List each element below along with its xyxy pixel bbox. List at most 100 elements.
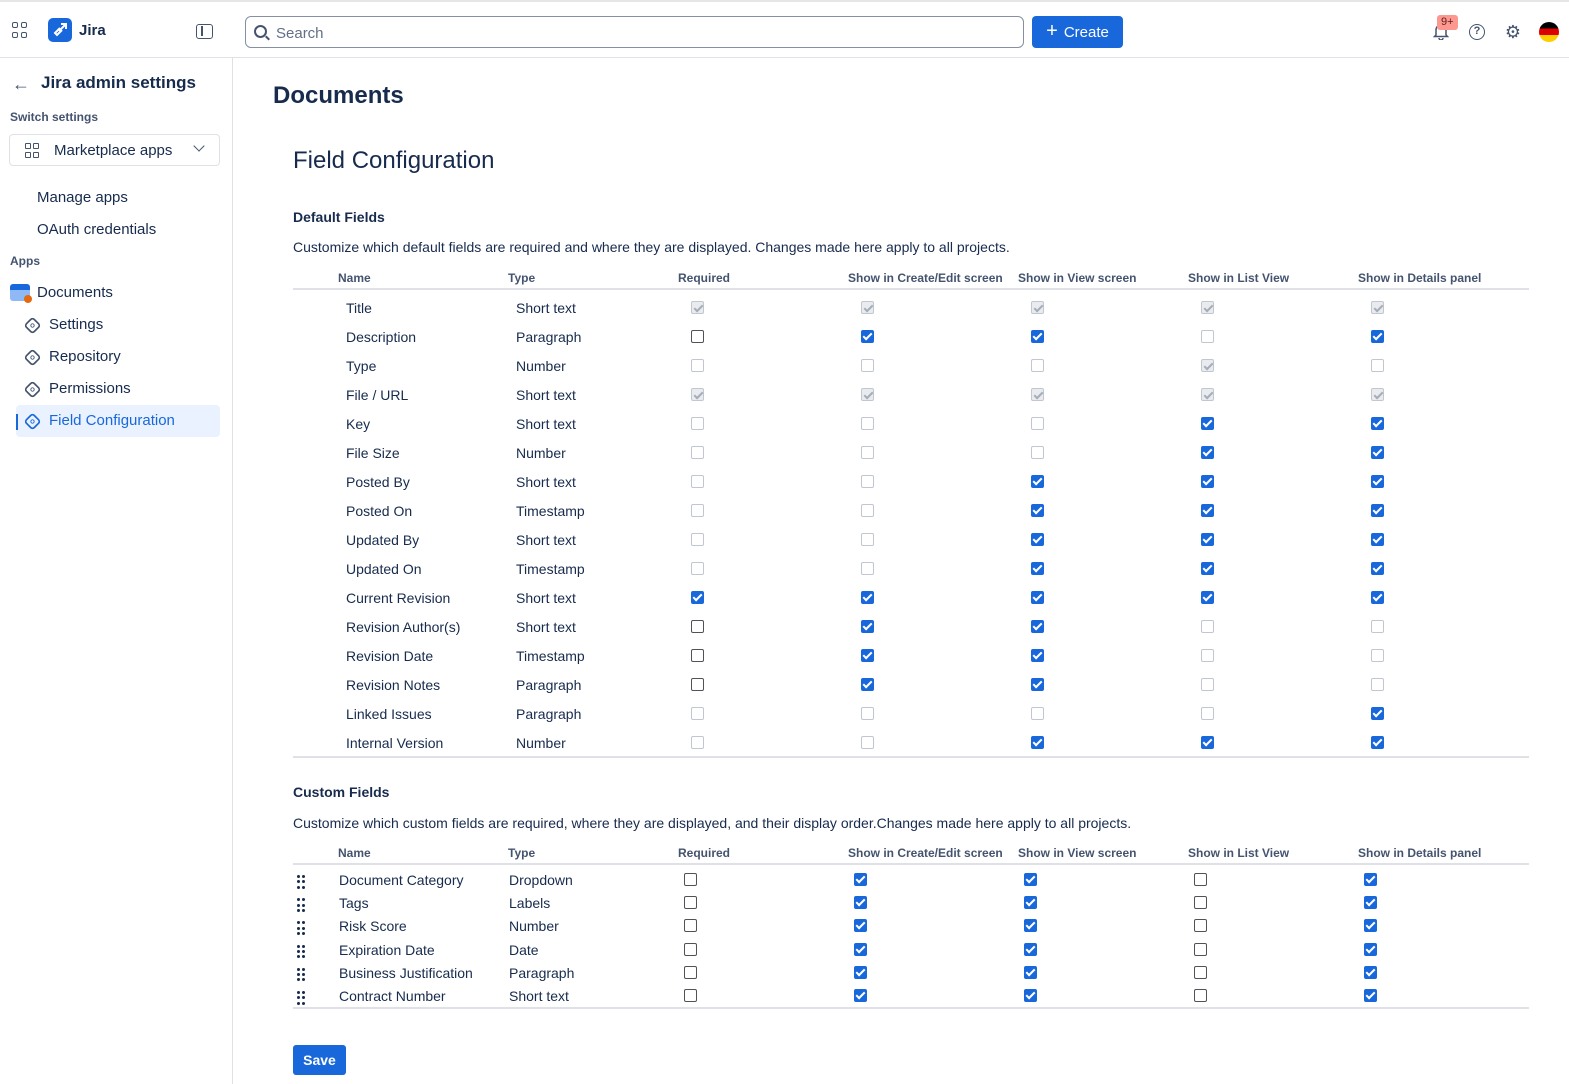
checkbox-show-in-create-edit-screen[interactable]: [861, 649, 874, 662]
checkbox-show-in-view-screen[interactable]: [1031, 562, 1044, 575]
checkbox-show-in-view-screen[interactable]: [1024, 942, 1037, 956]
checkbox-show-in-details-panel[interactable]: [1371, 475, 1384, 488]
checkbox-show-in-list-view[interactable]: [1201, 417, 1214, 430]
checkbox-show-in-details-panel[interactable]: [1371, 707, 1384, 720]
checkbox-show-in-list-view[interactable]: [1194, 873, 1207, 886]
checkbox-show-in-create-edit-screen[interactable]: [861, 591, 874, 604]
checkbox-show-in-details-panel[interactable]: [1371, 562, 1384, 575]
checkbox-required[interactable]: [691, 591, 704, 604]
column-header-show-in-list-view: Show in List View: [1188, 271, 1290, 285]
gear-icon[interactable]: ⚙: [1504, 23, 1522, 41]
checkbox-required[interactable]: [691, 678, 704, 691]
checkbox-show-in-create-edit-screen: [861, 446, 874, 459]
checkbox-show-in-create-edit-screen: [861, 562, 874, 575]
checkbox-show-in-details-panel[interactable]: [1364, 965, 1377, 979]
checkbox-required[interactable]: [684, 919, 697, 933]
column-header-name: Name: [338, 846, 371, 860]
checkbox-show-in-create-edit-screen[interactable]: [854, 873, 867, 886]
checkbox-show-in-details-panel[interactable]: [1371, 736, 1384, 749]
checkbox-show-in-details-panel[interactable]: [1371, 330, 1384, 343]
checkbox-show-in-create-edit-screen: [861, 388, 874, 401]
checkbox-show-in-view-screen[interactable]: [1031, 591, 1044, 604]
save-button[interactable]: Save: [293, 1045, 346, 1075]
checkbox-required: [691, 359, 704, 372]
checkbox-required[interactable]: [691, 620, 704, 633]
checkbox-required[interactable]: [691, 649, 704, 662]
checkbox-show-in-create-edit-screen[interactable]: [854, 989, 867, 1002]
checkbox-show-in-details-panel[interactable]: [1364, 873, 1377, 886]
checkbox-show-in-details-panel[interactable]: [1371, 504, 1384, 517]
checkbox-show-in-list-view[interactable]: [1201, 504, 1214, 517]
drag-handle-icon[interactable]: [297, 898, 305, 912]
checkbox-show-in-view-screen[interactable]: [1031, 475, 1044, 488]
checkbox-show-in-list-view[interactable]: [1194, 965, 1207, 979]
checkbox-required[interactable]: [691, 330, 704, 343]
back-arrow-icon[interactable]: ←: [12, 74, 30, 95]
sidebar-item-settings[interactable]: Settings: [16, 309, 220, 341]
checkbox-required[interactable]: [684, 873, 697, 886]
checkbox-show-in-details-panel[interactable]: [1364, 989, 1377, 1002]
checkbox-show-in-create-edit-screen[interactable]: [854, 965, 867, 979]
product-name[interactable]: Jira: [79, 22, 106, 39]
checkbox-show-in-view-screen[interactable]: [1024, 919, 1037, 933]
checkbox-show-in-create-edit-screen[interactable]: [854, 919, 867, 933]
search-input[interactable]: Search: [245, 16, 1024, 48]
sidebar-item-manage-apps[interactable]: Manage apps: [37, 189, 128, 206]
checkbox-show-in-view-screen[interactable]: [1031, 678, 1044, 691]
checkbox-required[interactable]: [684, 896, 697, 910]
checkbox-show-in-details-panel[interactable]: [1371, 417, 1384, 430]
app-switcher-icon[interactable]: [12, 22, 28, 38]
checkbox-show-in-view-screen[interactable]: [1031, 533, 1044, 546]
checkbox-show-in-details-panel[interactable]: [1364, 942, 1377, 956]
checkbox-show-in-list-view[interactable]: [1201, 591, 1214, 604]
checkbox-required[interactable]: [684, 965, 697, 979]
checkbox-show-in-view-screen[interactable]: [1031, 620, 1044, 633]
checkbox-show-in-create-edit-screen[interactable]: [861, 620, 874, 633]
settings-switcher-dropdown[interactable]: Marketplace apps: [9, 134, 220, 166]
checkbox-required[interactable]: [684, 989, 697, 1002]
drag-handle-icon[interactable]: [297, 875, 305, 889]
checkbox-show-in-details-panel[interactable]: [1364, 896, 1377, 910]
checkbox-show-in-view-screen[interactable]: [1031, 736, 1044, 749]
drag-handle-icon[interactable]: [297, 967, 305, 982]
sidebar-item-repository[interactable]: Repository: [16, 341, 220, 373]
checkbox-show-in-list-view[interactable]: [1194, 919, 1207, 933]
avatar[interactable]: [1539, 22, 1559, 42]
checkbox-show-in-list-view[interactable]: [1194, 896, 1207, 910]
checkbox-show-in-list-view[interactable]: [1194, 989, 1207, 1002]
sidebar-collapse-icon[interactable]: [196, 24, 213, 39]
checkbox-show-in-list-view[interactable]: [1194, 942, 1207, 956]
checkbox-show-in-create-edit-screen[interactable]: [854, 942, 867, 956]
checkbox-show-in-list-view[interactable]: [1201, 736, 1214, 749]
checkbox-show-in-details-panel[interactable]: [1364, 919, 1377, 933]
drag-handle-icon[interactable]: [297, 944, 305, 959]
sidebar-item-permissions[interactable]: Permissions: [16, 373, 220, 405]
checkbox-required[interactable]: [684, 942, 697, 956]
checkbox-show-in-view-screen[interactable]: [1024, 965, 1037, 979]
help-icon[interactable]: ?: [1469, 24, 1485, 40]
checkbox-show-in-view-screen[interactable]: [1024, 896, 1037, 910]
checkbox-show-in-details-panel[interactable]: [1371, 533, 1384, 546]
checkbox-show-in-view-screen[interactable]: [1031, 330, 1044, 343]
sidebar-item-oauth-credentials[interactable]: OAuth credentials: [37, 221, 156, 238]
drag-handle-icon[interactable]: [297, 921, 305, 936]
jira-logo-icon[interactable]: [48, 18, 72, 42]
create-button[interactable]: + Create: [1032, 16, 1123, 48]
checkbox-show-in-view-screen[interactable]: [1031, 649, 1044, 662]
checkbox-show-in-create-edit-screen[interactable]: [854, 896, 867, 910]
checkbox-show-in-create-edit-screen[interactable]: [861, 330, 874, 343]
checkbox-required: [691, 562, 704, 575]
sidebar-item-field-configuration[interactable]: Field Configuration: [16, 405, 220, 437]
drag-handle-icon[interactable]: [297, 991, 305, 1005]
checkbox-show-in-list-view[interactable]: [1201, 533, 1214, 546]
checkbox-show-in-view-screen[interactable]: [1024, 989, 1037, 1002]
checkbox-show-in-list-view[interactable]: [1201, 446, 1214, 459]
checkbox-show-in-create-edit-screen[interactable]: [861, 678, 874, 691]
checkbox-show-in-list-view[interactable]: [1201, 475, 1214, 488]
checkbox-show-in-details-panel[interactable]: [1371, 446, 1384, 459]
checkbox-show-in-view-screen[interactable]: [1024, 873, 1037, 886]
checkbox-show-in-create-edit-screen: [861, 533, 874, 546]
checkbox-show-in-details-panel[interactable]: [1371, 591, 1384, 604]
checkbox-show-in-view-screen[interactable]: [1031, 504, 1044, 517]
checkbox-show-in-list-view[interactable]: [1201, 562, 1214, 575]
